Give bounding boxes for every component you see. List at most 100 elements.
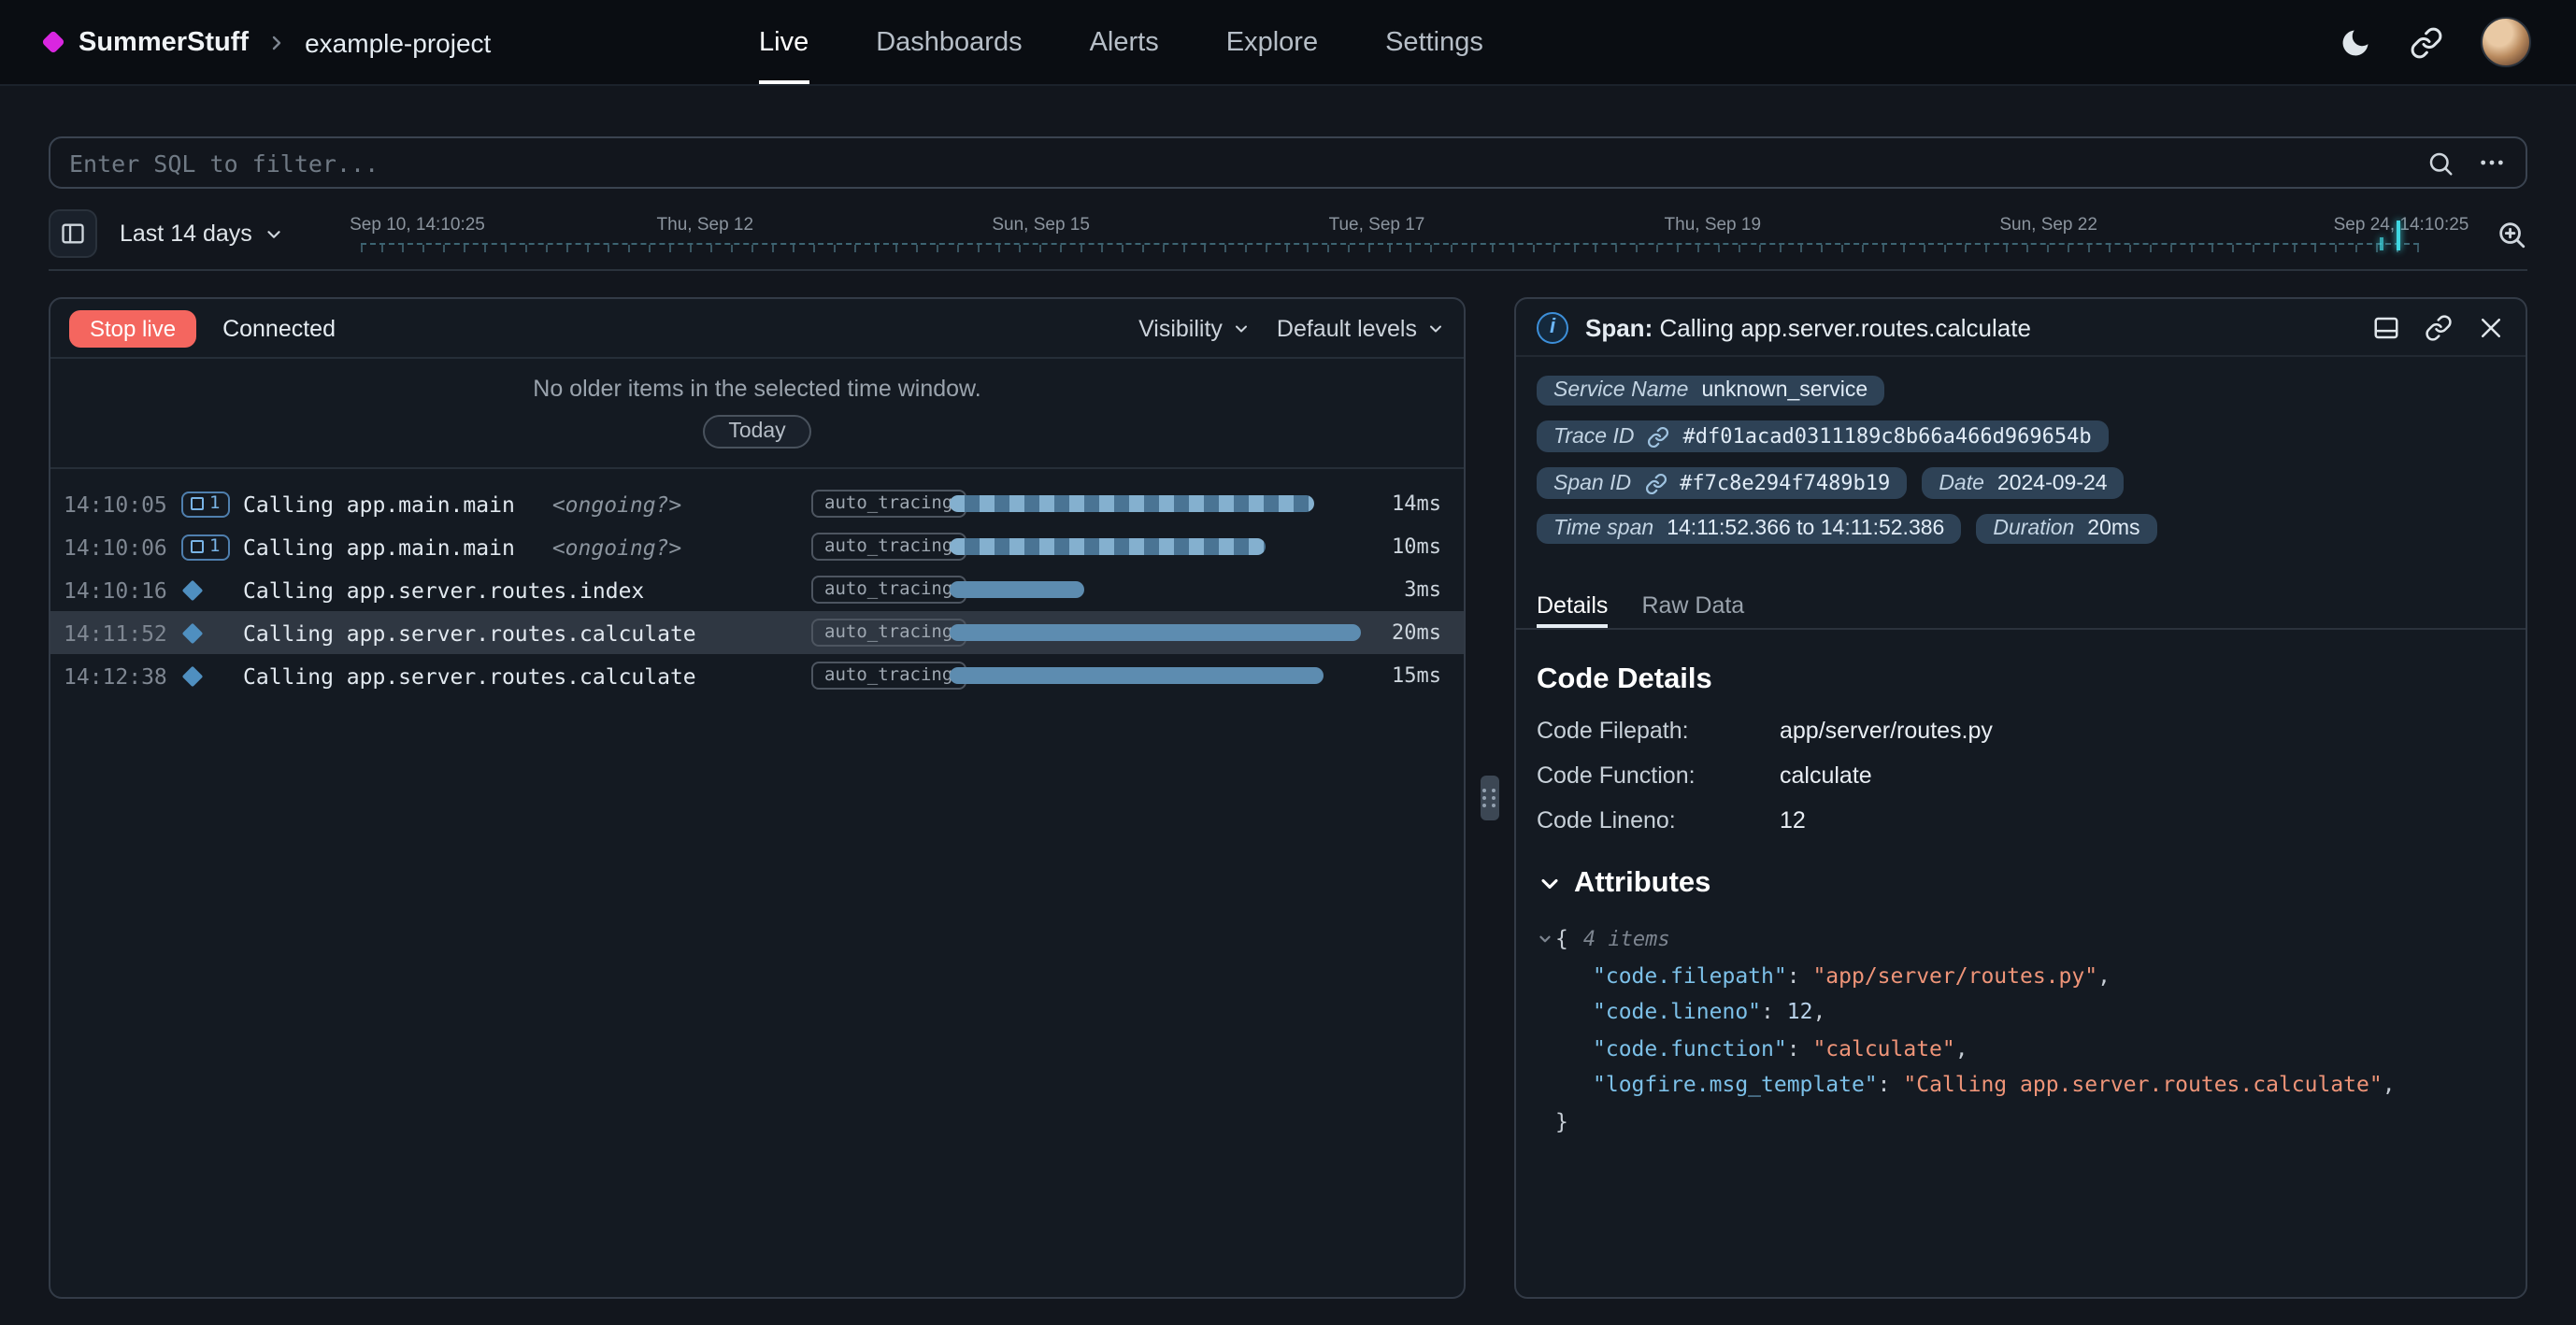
nested-spans-badge[interactable]: 1 [181,491,229,517]
panels: Stop live Connected Visibility Default l… [49,297,2527,1299]
collapse-chevron-icon [1537,932,1553,948]
duration-label: 3ms [1404,577,1441,602]
time-range-dropdown[interactable]: Last 14 days [120,221,284,247]
tag-chip: auto_tracing [811,619,966,647]
service-name-badge: Service Name unknown_service [1537,376,1884,406]
time-range-label: Last 14 days [120,221,252,247]
duration-bar [950,667,1324,684]
span-metadata: Service Name unknown_service Trace ID #d… [1516,357,2526,563]
link-icon [2410,25,2443,59]
tag-chip: auto_tracing [811,576,966,604]
tag-chip: auto_tracing [811,490,966,518]
filter-overflow-menu-button[interactable] [2477,148,2507,178]
trace-id-badge[interactable]: Trace ID #df01acad0311189c8b66a466d96965… [1537,420,2109,452]
span-diamond-icon [182,622,204,644]
json-entry: "code.filepath": "app/server/routes.py", [1537,958,2505,994]
dock-bottom-icon [2372,313,2400,341]
code-lineno-label: Code Lineno: [1537,807,1780,833]
tag-chip: auto_tracing [811,533,966,561]
items-count: 4 items [1583,921,1670,958]
code-details-table: Code Filepath: app/server/routes.py Code… [1537,718,2505,833]
ongoing-indicator: <ongoing?> [552,534,682,560]
timeline-tick: Thu, Sep 12 [657,215,754,235]
duration-label: 15ms [1392,663,1441,688]
sql-filter-input[interactable] [69,149,2404,177]
timeline-tick: Sun, Sep 22 [1999,215,2097,235]
dock-panel-button[interactable] [2372,313,2400,341]
attributes-json-viewer: { 4 items "code.filepath": "app/server/r… [1537,921,2505,1140]
json-close-line: } [1537,1104,2505,1140]
attributes-heading[interactable]: Attributes [1537,867,2505,901]
brand-name[interactable]: SummerStuff [79,27,249,57]
span-row-selected[interactable]: 14:11:52 Calling app.server.routes.calcu… [50,611,1464,654]
json-root-line[interactable]: { 4 items [1537,921,2505,958]
moon-icon [2339,25,2372,59]
nav-tab-live[interactable]: Live [759,0,809,84]
code-filepath-value: app/server/routes.py [1780,718,2505,744]
nav-tab-dashboards[interactable]: Dashboards [876,0,1022,84]
brand-logo-icon [41,30,64,53]
code-function-value: calculate [1780,762,2505,789]
ongoing-indicator: <ongoing?> [552,491,682,517]
timeline-zoom-button[interactable] [2496,218,2527,249]
span-row[interactable]: 14:10:05 1 Calling app.main.main <ongoin… [50,482,1464,525]
span-row[interactable]: 14:10:16 Calling app.server.routes.index… [50,568,1464,611]
default-levels-dropdown[interactable]: Default levels [1277,315,1445,341]
sql-filter-bar [49,136,2527,189]
theme-toggle-button[interactable] [2339,25,2372,59]
chevron-down-icon [1426,319,1445,337]
tab-details[interactable]: Details [1537,585,1608,628]
user-avatar[interactable] [2481,17,2531,67]
share-link-button[interactable] [2410,25,2443,59]
chevron-down-icon [264,223,284,244]
duration-bar [950,624,1361,641]
link-icon [2425,313,2453,341]
timeline-activity-spike [2381,237,2384,250]
nav-tab-settings[interactable]: Settings [1385,0,1483,84]
json-entry: "code.function": "calculate", [1537,1031,2505,1067]
tab-raw-data[interactable]: Raw Data [1641,585,1744,628]
top-nav: SummerStuff example-project Live Dashboa… [0,0,2576,86]
nav-tab-alerts[interactable]: Alerts [1090,0,1159,84]
span-id-badge[interactable]: Span ID #f7c8e294f7489b19 [1537,467,1907,499]
timeline-activity-spike [2396,221,2399,250]
span-diamond-icon [182,579,204,601]
span-row[interactable]: 14:12:38 Calling app.server.routes.calcu… [50,654,1464,697]
timeline-tick: Tue, Sep 17 [1329,215,1425,235]
breadcrumb: SummerStuff example-project [45,27,491,57]
span-row[interactable]: 14:10:06 1 Calling app.main.main <ongoin… [50,525,1464,568]
close-icon [2477,313,2505,341]
nav-tab-explore[interactable]: Explore [1226,0,1318,84]
sidebar-toggle-icon [60,221,86,247]
detail-body: Code Details Code Filepath: app/server/r… [1516,630,2526,1140]
stop-live-button[interactable]: Stop live [69,309,196,347]
splitter-drag-handle[interactable] [1481,776,1499,820]
live-panel: Stop live Connected Visibility Default l… [49,297,1466,1299]
timeline-tick-marks [361,245,2419,252]
timeline-bar: Last 14 days Sep 10, 14:10:25 Thu, Sep 1… [49,206,2527,271]
copy-link-button[interactable] [2425,313,2453,341]
connection-status: Connected [222,315,336,341]
sidebar-toggle-button[interactable] [49,209,97,258]
search-button[interactable] [2426,149,2454,177]
link-icon [1644,472,1667,494]
duration-bar [950,538,1266,555]
duration-label: 10ms [1392,534,1441,559]
nested-spans-badge[interactable]: 1 [181,534,229,560]
code-lineno-value: 12 [1780,807,2505,833]
detail-tabs: Details Raw Data [1516,585,2526,630]
live-panel-header: Stop live Connected Visibility Default l… [50,299,1464,359]
visibility-dropdown[interactable]: Visibility [1138,315,1251,341]
today-button[interactable]: Today [702,415,811,449]
timeline-tick: Sun, Sep 15 [992,215,1090,235]
span-detail-panel: i Span: Calling app.server.routes.calcul… [1514,297,2527,1299]
duration-bar [950,581,1084,598]
close-panel-button[interactable] [2477,313,2505,341]
detail-title: Span: Calling app.server.routes.calculat… [1585,313,2031,341]
search-icon [2426,149,2454,177]
timeline-histogram[interactable]: Sep 10, 14:10:25 Thu, Sep 12 Sun, Sep 15… [307,206,2473,262]
span-list: 14:10:05 1 Calling app.main.main <ongoin… [50,469,1464,1297]
duration-label: 20ms [1392,620,1441,645]
breadcrumb-project[interactable]: example-project [305,27,491,57]
chevron-down-icon [1537,871,1563,897]
